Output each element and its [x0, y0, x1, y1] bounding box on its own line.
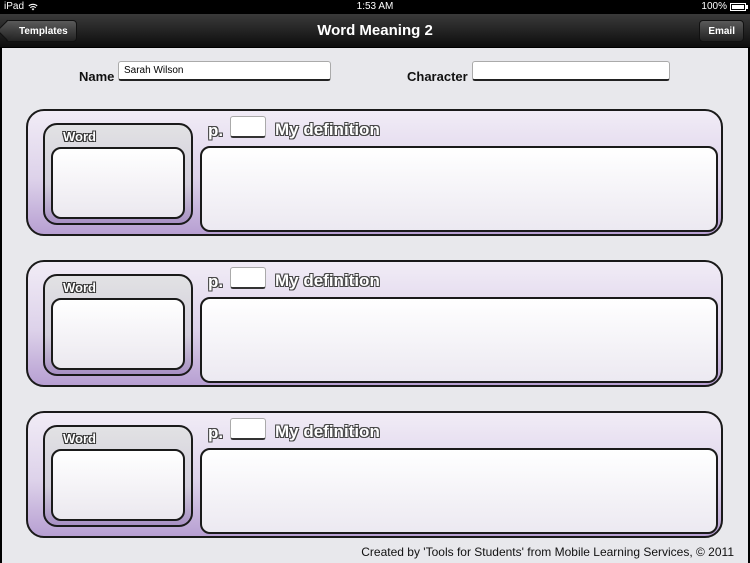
- word-card-1: Word p. My definition: [26, 109, 723, 236]
- status-time: 1:53 AM: [356, 1, 394, 12]
- worksheet-page: Name Sarah Wilson Character Word p. My d…: [2, 48, 748, 563]
- email-button[interactable]: Email: [699, 20, 744, 42]
- navigation-bar: Word Meaning 2 Templates Email: [0, 14, 750, 48]
- status-right: 100%: [701, 0, 748, 14]
- page-number-label: p.: [208, 121, 224, 140]
- templates-back-button[interactable]: Templates: [6, 20, 77, 42]
- page-number-input[interactable]: [230, 267, 266, 289]
- battery-percent: 100%: [701, 1, 727, 12]
- word-input[interactable]: [51, 298, 185, 370]
- definition-input[interactable]: [200, 297, 718, 383]
- page-number-input[interactable]: [230, 116, 266, 138]
- word-input[interactable]: [51, 449, 185, 521]
- status-bar: iPad 1:53 AM 100%: [0, 0, 750, 14]
- definition-label: My definition: [275, 120, 380, 139]
- word-card-2: Word p. My definition: [26, 260, 723, 387]
- definition-input[interactable]: [200, 448, 718, 534]
- word-label: Word: [63, 129, 96, 144]
- word-label: Word: [63, 280, 96, 295]
- page-number-input[interactable]: [230, 418, 266, 440]
- word-panel: Word: [43, 425, 193, 527]
- name-input[interactable]: Sarah Wilson: [118, 61, 331, 81]
- character-label: Character: [407, 69, 468, 84]
- word-label: Word: [63, 431, 96, 446]
- word-input[interactable]: [51, 147, 185, 219]
- character-input[interactable]: [472, 61, 670, 81]
- word-panel: Word: [43, 274, 193, 376]
- page-title: Word Meaning 2: [317, 22, 433, 39]
- definition-label: My definition: [275, 422, 380, 441]
- page-number-label: p.: [208, 272, 224, 291]
- page-number-label: p.: [208, 423, 224, 442]
- definition-input[interactable]: [200, 146, 718, 232]
- battery-icon: [730, 3, 748, 11]
- templates-back-label: Templates: [19, 26, 68, 37]
- word-card-3: Word p. My definition: [26, 411, 723, 538]
- word-panel: Word: [43, 123, 193, 225]
- definition-label: My definition: [275, 271, 380, 290]
- name-label: Name: [79, 69, 115, 84]
- credits-footer: Created by 'Tools for Students' from Mob…: [361, 545, 734, 559]
